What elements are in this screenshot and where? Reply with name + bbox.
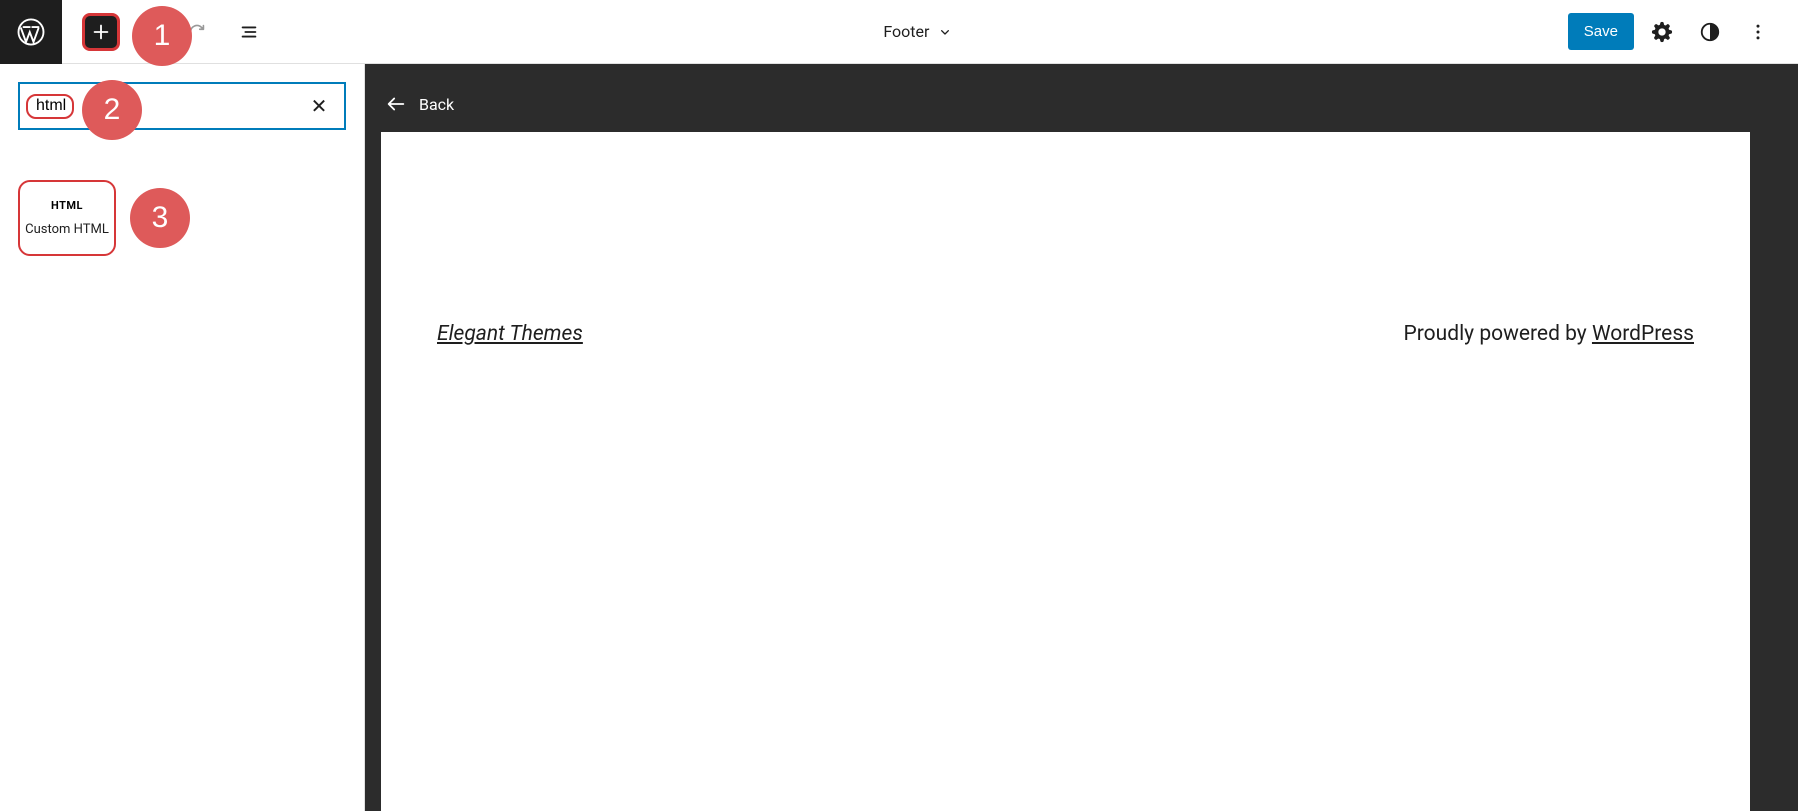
close-icon: ✕ bbox=[311, 94, 328, 118]
settings-button[interactable] bbox=[1642, 12, 1682, 52]
block-item-label: Custom HTML bbox=[25, 222, 109, 237]
wordpress-logo[interactable] bbox=[0, 0, 62, 64]
contrast-icon bbox=[1699, 21, 1721, 43]
options-button[interactable] bbox=[1738, 12, 1778, 52]
save-button[interactable]: Save bbox=[1568, 13, 1634, 50]
document-title-dropdown[interactable]: Footer bbox=[269, 22, 1568, 41]
wordpress-icon bbox=[16, 17, 46, 47]
block-search-input[interactable] bbox=[30, 93, 304, 119]
canvas-back-button[interactable]: Back bbox=[381, 84, 1750, 124]
add-block-button[interactable] bbox=[82, 13, 120, 51]
arrow-left-icon bbox=[385, 93, 407, 115]
main-area: html ✕ HTML Custom HTML Back Elegant The… bbox=[0, 64, 1798, 811]
gear-icon bbox=[1651, 21, 1673, 43]
chevron-down-icon bbox=[937, 24, 953, 40]
annotation-1: 1 bbox=[132, 6, 192, 66]
search-box: html ✕ bbox=[18, 82, 346, 130]
footer-site-title[interactable]: Elegant Themes bbox=[437, 322, 583, 346]
clear-search-button[interactable]: ✕ bbox=[304, 91, 334, 121]
footer-row: Elegant Themes Proudly powered by WordPr… bbox=[437, 322, 1694, 346]
annotation-2: 2 bbox=[82, 80, 142, 140]
footer-credit: Proudly powered by WordPress bbox=[1404, 322, 1694, 346]
list-view-icon bbox=[238, 21, 260, 43]
more-vertical-icon bbox=[1748, 22, 1768, 42]
back-label: Back bbox=[419, 95, 454, 114]
document-overview-button[interactable] bbox=[229, 12, 269, 52]
canvas-content[interactable]: Elegant Themes Proudly powered by WordPr… bbox=[381, 132, 1750, 811]
styles-button[interactable] bbox=[1690, 12, 1730, 52]
editor-canvas: Back Elegant Themes Proudly powered by W… bbox=[365, 64, 1798, 811]
block-inserter-panel: html ✕ HTML Custom HTML bbox=[0, 64, 365, 811]
annotation-3: 3 bbox=[130, 188, 190, 248]
footer-credit-text: Proudly powered by bbox=[1404, 322, 1592, 346]
html-icon: HTML bbox=[51, 199, 83, 212]
document-title: Footer bbox=[883, 22, 929, 41]
footer-wordpress-link[interactable]: WordPress bbox=[1592, 322, 1694, 346]
top-toolbar: Footer Save bbox=[0, 0, 1798, 64]
plus-icon bbox=[90, 21, 112, 43]
toolbar-right-group: Save bbox=[1568, 12, 1798, 52]
block-item-custom-html[interactable]: HTML Custom HTML bbox=[18, 180, 116, 256]
